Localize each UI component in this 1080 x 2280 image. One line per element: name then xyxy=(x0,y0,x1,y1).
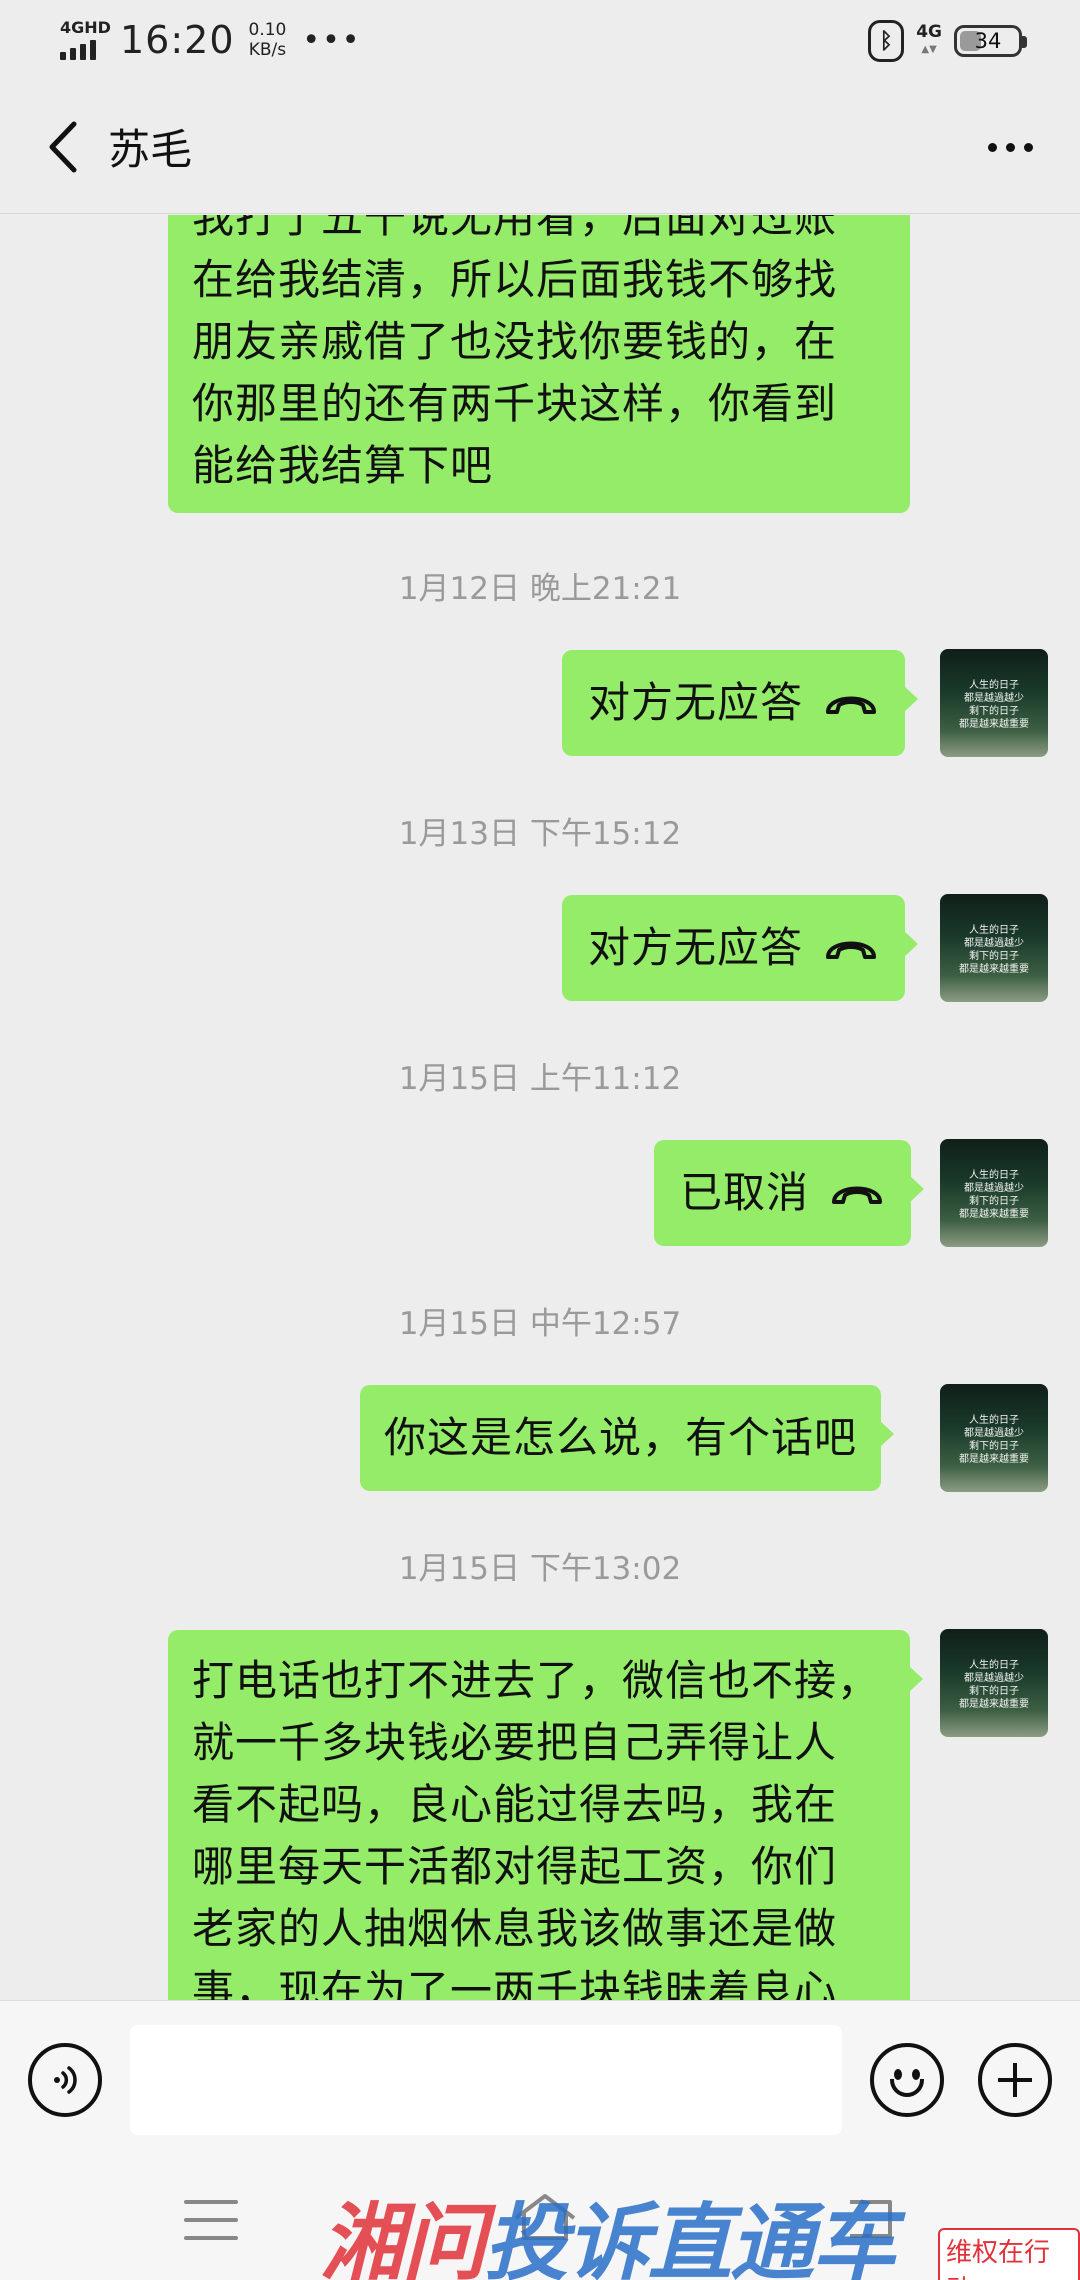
input-bar xyxy=(0,2000,1080,2160)
message-timestamp: 1月15日 上午11:12 xyxy=(398,1061,682,1097)
data-4g-label: 4G xyxy=(916,22,942,42)
more-functions-button[interactable] xyxy=(978,2043,1052,2117)
chat-header: 苏毛 xyxy=(0,82,1080,214)
watermark-logo: 湘问投诉直通车 xyxy=(320,2176,896,2280)
more-options-button[interactable] xyxy=(970,112,1050,182)
call-record-bubble[interactable]: 已取消 xyxy=(654,1140,925,1246)
avatar-line: 人生的日子 xyxy=(969,680,1019,691)
message-bubble[interactable]: 我打了五千说无用看，后面对过账 在给我结清，所以后面我钱不够找 朋友亲戚借了也没… xyxy=(168,215,910,513)
avatar-line: 都是越過越少 xyxy=(964,693,1024,704)
network-speed-value: 0.10 xyxy=(248,20,287,40)
message-line: 你这是怎么说，有个话吧 xyxy=(384,1413,858,1462)
network-speed: 0.10 KB/s xyxy=(249,20,287,60)
message-bubble[interactable]: 打电话也打不进去了，微信也不接， 就一千多块钱必要把自己弄得让人 看不起吗，良心… xyxy=(168,1630,923,2000)
chat-title: 苏毛 xyxy=(108,125,193,174)
avatar-line: 都是越来越重要 xyxy=(959,964,1029,975)
message-timestamp: 1月15日 中午12:57 xyxy=(398,1306,682,1342)
watermark-stamp: 维权在行动 xyxy=(938,2228,1080,2280)
status-time: 16:20 xyxy=(120,18,235,62)
call-record-bubble[interactable]: 对方无应答 xyxy=(562,650,919,756)
voice-input-button[interactable] xyxy=(28,2043,102,2117)
message-timestamp: 1月12日 晚上21:21 xyxy=(398,571,682,607)
message-line: 事，现在为了一两千块钱昧着良心 xyxy=(192,1966,838,2000)
call-status-label: 对方无应答 xyxy=(588,678,804,727)
avatar[interactable]: 人生的日子 都是越過越少 剩下的日子 都是越来越重要 xyxy=(940,1139,1048,1247)
message-bubble[interactable]: 你这是怎么说，有个话吧 xyxy=(360,1385,895,1491)
message-line: 打电话也打不进去了，微信也不接， xyxy=(192,1656,881,1705)
avatar-line: 人生的日子 xyxy=(969,1170,1019,1181)
recent-apps-button[interactable] xyxy=(184,2200,238,2240)
avatar[interactable]: 人生的日子 都是越過越少 剩下的日子 都是越来越重要 xyxy=(940,1384,1048,1492)
more-dot-icon xyxy=(987,142,997,152)
data-4g-icon: 4G ▲▼ xyxy=(916,22,942,55)
avatar-line: 都是越過越少 xyxy=(964,1183,1024,1194)
call-record-bubble[interactable]: 对方无应答 xyxy=(562,895,919,1001)
avatar-line: 都是越過越少 xyxy=(964,1673,1024,1684)
avatar[interactable]: 人生的日子 都是越過越少 剩下的日子 都是越来越重要 xyxy=(940,894,1048,1002)
message-line: 就一千多块钱必要把自己弄得让人 xyxy=(192,1718,838,1767)
voice-icon xyxy=(54,2066,77,2094)
more-dot-icon xyxy=(1023,142,1033,152)
network-speed-unit: KB/s xyxy=(248,40,287,60)
avatar-line: 人生的日子 xyxy=(969,1660,1019,1671)
phone-hangup-icon xyxy=(823,931,879,965)
chat-messages[interactable]: 我打了五千说无用看，后面对过账 在给我结清，所以后面我钱不够找 朋友亲戚借了也没… xyxy=(0,215,1080,2000)
avatar-line: 剩下的日子 xyxy=(969,1196,1019,1207)
watermark-text-b: 投诉直通车 xyxy=(484,2194,896,2280)
emoji-button[interactable] xyxy=(870,2043,944,2117)
more-dot-icon xyxy=(1005,142,1015,152)
battery-level: 34 xyxy=(974,29,1002,53)
avatar-line: 都是越来越重要 xyxy=(959,1699,1029,1710)
message-line: 在给我结清，所以后面我钱不够找 xyxy=(192,255,838,304)
avatar-line: 剩下的日子 xyxy=(969,1686,1019,1697)
battery-icon: 34 xyxy=(954,25,1027,57)
avatar-line: 都是越過越少 xyxy=(964,1428,1024,1439)
avatar-line: 都是越来越重要 xyxy=(959,1454,1029,1465)
message-line: 哪里每天干活都对得起工资，你们 xyxy=(192,1842,838,1891)
message-line: 能给我结算下吧 xyxy=(192,441,494,490)
message-line: 老家的人抽烟休息我该做事还是做 xyxy=(192,1904,838,1953)
avatar-line: 剩下的日子 xyxy=(969,1441,1019,1452)
chevron-left-icon xyxy=(49,121,77,173)
avatar-line: 人生的日子 xyxy=(969,925,1019,936)
message-input[interactable] xyxy=(130,2025,842,2135)
message-timestamp: 1月13日 下午15:12 xyxy=(398,816,682,852)
avatar-line: 人生的日子 xyxy=(969,1415,1019,1426)
emoji-smile-icon xyxy=(890,2079,924,2097)
avatar[interactable]: 人生的日子 都是越過越少 剩下的日子 都是越来越重要 xyxy=(940,1629,1048,1737)
avatar-line: 都是越来越重要 xyxy=(959,1209,1029,1220)
phone-hangup-icon xyxy=(829,1176,885,1210)
message-line: 我打了五千说无用看，后面对过账 xyxy=(192,215,838,242)
cellular-signal-icon: 4GHD xyxy=(58,18,111,62)
message-line: 你那里的还有两千块这样，你看到 xyxy=(192,379,838,428)
back-button[interactable] xyxy=(28,112,98,182)
avatar-line: 都是越過越少 xyxy=(964,938,1024,949)
watermark-text-a: 湘问 xyxy=(320,2194,486,2280)
avatar[interactable]: 人生的日子 都是越過越少 剩下的日子 都是越来越重要 xyxy=(940,649,1048,757)
avatar-line: 都是越来越重要 xyxy=(959,719,1029,730)
status-more-icon: ••• xyxy=(302,22,362,58)
status-bar: 4GHD 16:20 0.10 KB/s ••• ᛒ 4G ▲▼ 34 xyxy=(0,0,1080,82)
message-timestamp: 1月15日 下午13:02 xyxy=(398,1551,682,1587)
call-status-label: 已取消 xyxy=(680,1168,810,1217)
avatar-line: 剩下的日子 xyxy=(969,706,1019,717)
phone-hangup-icon xyxy=(823,686,879,720)
avatar-line: 剩下的日子 xyxy=(969,951,1019,962)
bluetooth-icon: ᛒ xyxy=(868,20,905,62)
message-line: 看不起吗，良心能过得去吗，我在 xyxy=(192,1780,838,1829)
call-status-label: 对方无应答 xyxy=(588,923,804,972)
message-line: 朋友亲戚借了也没找你要钱的，在 xyxy=(192,317,838,366)
